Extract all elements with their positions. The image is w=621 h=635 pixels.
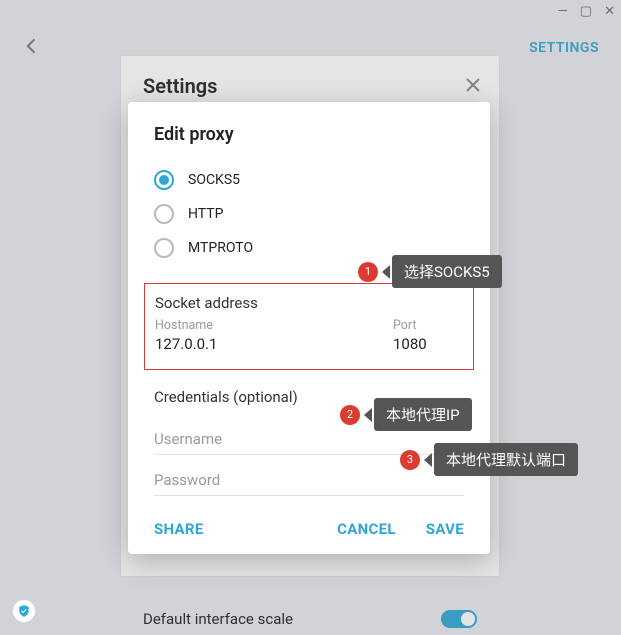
port-label: Port: [393, 318, 463, 333]
interface-scale-label: Default interface scale: [143, 610, 441, 628]
cancel-button[interactable]: CANCEL: [337, 520, 396, 538]
port-value: 1080: [393, 333, 463, 353]
save-button[interactable]: SAVE: [426, 520, 464, 538]
share-button[interactable]: SHARE: [154, 520, 204, 538]
port-field[interactable]: Port 1080: [393, 318, 463, 353]
window-controls: — ▢ ✕: [558, 4, 615, 19]
settings-link[interactable]: SETTINGS: [529, 40, 599, 56]
callout-badge: 1: [358, 262, 378, 282]
callout-text: 本地代理默认端口: [434, 443, 578, 476]
proxy-type-http[interactable]: HTTP: [128, 197, 490, 231]
hostname-value: 127.0.0.1: [155, 333, 353, 353]
settings-title: Settings: [143, 74, 477, 98]
callout-badge: 2: [340, 405, 360, 425]
modal-title: Edit proxy: [128, 124, 490, 163]
callout-pointer-icon: [382, 265, 390, 279]
callout-text: 本地代理IP: [374, 398, 472, 431]
window-close-icon[interactable]: ✕: [604, 4, 615, 19]
radio-icon: [154, 238, 174, 258]
callout-badge: 3: [400, 450, 420, 470]
callout-2: 2 本地代理IP: [340, 398, 472, 431]
hostname-label: Hostname: [155, 318, 353, 333]
callout-pointer-icon: [364, 408, 372, 422]
settings-close-icon[interactable]: [465, 74, 481, 98]
socket-address-section: Socket address Hostname 127.0.0.1 Port 1…: [144, 283, 474, 370]
callout-3: 3 本地代理默认端口: [400, 443, 578, 476]
radio-label: MTPROTO: [188, 240, 253, 256]
edit-proxy-modal: Edit proxy SOCKS5 HTTP MTPROTO Socket ad…: [128, 102, 490, 554]
proxy-type-socks5[interactable]: SOCKS5: [128, 163, 490, 197]
radio-label: SOCKS5: [188, 172, 240, 188]
back-arrow-icon[interactable]: [22, 36, 42, 61]
radio-label: HTTP: [188, 206, 223, 222]
connection-shield-icon[interactable]: [12, 599, 36, 623]
interface-scale-toggle[interactable]: [441, 610, 477, 628]
callout-pointer-icon: [424, 453, 432, 467]
callout-text: 选择SOCKS5: [392, 255, 502, 288]
hostname-field[interactable]: Hostname 127.0.0.1: [155, 318, 353, 353]
window-max-icon[interactable]: ▢: [580, 4, 592, 19]
socket-address-label: Socket address: [155, 294, 463, 312]
radio-icon: [154, 204, 174, 224]
callout-1: 1 选择SOCKS5: [358, 255, 502, 288]
window-min-icon[interactable]: —: [558, 4, 568, 19]
radio-icon: [154, 170, 174, 190]
modal-actions: SHARE CANCEL SAVE: [128, 496, 490, 538]
